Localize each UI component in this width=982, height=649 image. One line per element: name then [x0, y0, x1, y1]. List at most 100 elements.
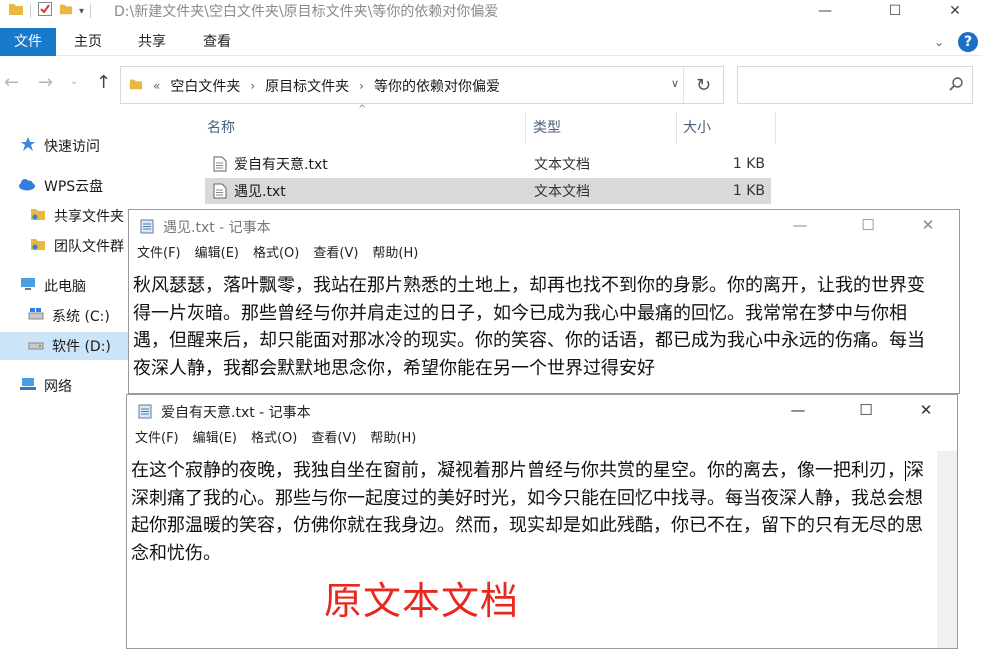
close-icon: ✕ — [921, 216, 935, 234]
nav-item-network[interactable]: 网络 — [20, 376, 72, 396]
window-title: D:\新建文件夹\空白文件夹\原目标文件夹\等你的依赖对你偏爱 — [114, 4, 499, 20]
notepad-text-area[interactable]: 在这个寂静的夜晚，我独自坐在窗前，凝视着那片曾经与你共赏的星空。你的离去，像一把… — [131, 457, 931, 567]
search-box[interactable] — [737, 66, 973, 104]
notepad-window-front[interactable]: 爱自有天意.txt - 记事本 — ☐ ✕ 文件(F) 编辑(E) 格式(O) … — [126, 394, 958, 649]
new-folder-icon[interactable] — [59, 2, 73, 20]
minimize-icon: — — [790, 401, 806, 419]
navigation-bar: ← → ⌄ ↑ « 空白文件夹 › 原目标文件夹 › 等你的依赖对你偏爱 ∨ ↻ — [0, 62, 982, 106]
column-header-name[interactable]: 名称 — [207, 114, 235, 146]
menu-format[interactable]: 格式(O) — [253, 242, 299, 264]
maximize-icon: ☐ — [859, 401, 873, 419]
file-name: 爱自有天意.txt — [234, 157, 328, 173]
notepad-titlebar[interactable]: 遇见.txt - 记事本 — ☐ ✕ — [129, 210, 959, 240]
minimize-button[interactable]: — — [802, 0, 848, 22]
column-divider[interactable] — [676, 112, 677, 144]
drive-d-icon — [28, 337, 44, 355]
breadcrumb-item[interactable]: 空白文件夹 — [170, 76, 240, 96]
nav-item-this-pc[interactable]: 此电脑 — [20, 276, 86, 296]
tab-share[interactable]: 共享 — [138, 28, 166, 56]
close-button[interactable]: ✕ — [903, 395, 949, 425]
minimize-button[interactable]: — — [777, 210, 823, 240]
chevron-down-icon[interactable]: ∨ — [671, 77, 679, 90]
close-icon: ✕ — [949, 3, 961, 19]
menu-help[interactable]: 帮助(H) — [372, 242, 418, 264]
ribbon-tabs: 文件 主页 共享 查看 ⌄ ? — [0, 28, 982, 56]
file-row[interactable]: 爱自有天意.txt 文本文档 1 KB — [205, 151, 771, 177]
address-bar[interactable]: « 空白文件夹 › 原目标文件夹 › 等你的依赖对你偏爱 ∨ ↻ — [120, 66, 724, 104]
tab-view[interactable]: 查看 — [203, 28, 231, 56]
notepad-window-back[interactable]: 遇见.txt - 记事本 — ☐ ✕ 文件(F) 编辑(E) 格式(O) 查看(… — [128, 209, 960, 394]
vertical-scrollbar[interactable] — [937, 451, 957, 648]
column-divider[interactable] — [775, 112, 776, 144]
menu-file[interactable]: 文件(F) — [135, 427, 179, 449]
back-arrow-icon[interactable]: ← — [4, 72, 19, 93]
explorer-titlebar: ▾ D:\新建文件夹\空白文件夹\原目标文件夹\等你的依赖对你偏爱 — ☐ ✕ — [0, 0, 982, 22]
sort-ascending-icon: ^ — [358, 104, 367, 115]
chevron-right-icon[interactable]: › — [250, 79, 255, 93]
notepad-menubar: 文件(F) 编辑(E) 格式(O) 查看(V) 帮助(H) — [129, 242, 959, 264]
close-button[interactable]: ✕ — [932, 0, 978, 22]
column-header-size[interactable]: 大小 — [683, 114, 711, 146]
refresh-button[interactable]: ↻ — [683, 67, 723, 103]
notepad-text-area[interactable]: 秋风瑟瑟，落叶飘零，我站在那片熟悉的土地上，却再也找不到你的身影。你的离开，让我… — [133, 272, 933, 382]
nav-item-drive-c[interactable]: 系统 (C:) — [28, 306, 110, 326]
forward-arrow-icon[interactable]: → — [38, 72, 53, 93]
team-folder-icon — [30, 237, 46, 255]
breadcrumb-overflow[interactable]: « — [153, 79, 160, 93]
refresh-icon: ↻ — [695, 74, 712, 96]
shared-folder-icon — [30, 207, 46, 225]
breadcrumb-item[interactable]: 原目标文件夹 — [265, 76, 349, 96]
customize-toolbar-icon[interactable]: ▾ — [79, 6, 84, 17]
drive-c-icon — [28, 307, 44, 325]
notepad-icon — [137, 403, 153, 423]
properties-check-icon[interactable] — [37, 1, 53, 21]
up-arrow-icon[interactable]: ↑ — [96, 72, 111, 93]
maximize-button[interactable]: ☐ — [872, 0, 918, 22]
maximize-button[interactable]: ☐ — [845, 210, 891, 240]
nav-label: 网络 — [44, 379, 72, 395]
file-type: 文本文档 — [534, 157, 590, 173]
column-divider[interactable] — [525, 112, 526, 144]
notepad-title: 爱自有天意.txt - 记事本 — [161, 405, 311, 421]
cloud-icon — [18, 177, 36, 195]
menu-view[interactable]: 查看(V) — [311, 427, 356, 449]
file-size: 1 KB — [732, 183, 765, 199]
network-icon — [20, 377, 36, 395]
menu-view[interactable]: 查看(V) — [313, 242, 358, 264]
maximize-button[interactable]: ☐ — [843, 395, 889, 425]
menu-help[interactable]: 帮助(H) — [370, 427, 416, 449]
nav-item-shared-folder[interactable]: 共享文件夹 — [30, 206, 124, 226]
column-header-type[interactable]: 类型 — [533, 114, 561, 146]
text-before-caret: 在这个寂静的夜晚，我独自坐在窗前，凝视着那片曾经与你共赏的星空。你的离去，像一把… — [131, 460, 905, 481]
file-row-selected[interactable]: 遇见.txt 文本文档 1 KB — [205, 178, 771, 204]
menu-format[interactable]: 格式(O) — [251, 427, 297, 449]
recent-locations-icon[interactable]: ⌄ — [70, 76, 78, 87]
menu-file[interactable]: 文件(F) — [137, 242, 181, 264]
nav-item-drive-d[interactable]: 软件 (D:) — [0, 332, 128, 360]
nav-label: 团队文件群 — [54, 239, 124, 255]
folder-app-icon — [8, 2, 24, 20]
minimize-button[interactable]: — — [775, 395, 821, 425]
tab-home[interactable]: 主页 — [74, 28, 102, 56]
tab-file[interactable]: 文件 — [0, 28, 56, 56]
notepad-titlebar[interactable]: 爱自有天意.txt - 记事本 — ☐ ✕ — [127, 395, 957, 425]
help-icon[interactable]: ? — [958, 32, 978, 52]
star-icon — [20, 136, 36, 156]
close-button[interactable]: ✕ — [905, 210, 951, 240]
menu-edit[interactable]: 编辑(E) — [195, 242, 239, 264]
toolbar-divider — [90, 4, 92, 18]
nav-item-team-folder[interactable]: 团队文件群 — [30, 236, 124, 256]
nav-item-wps-cloud[interactable]: WPS云盘 — [18, 176, 103, 196]
breadcrumb-item[interactable]: 等你的依赖对你偏爱 — [374, 76, 500, 96]
chevron-right-icon[interactable]: › — [359, 79, 364, 93]
menu-edit[interactable]: 编辑(E) — [193, 427, 237, 449]
nav-label: 快速访问 — [44, 139, 100, 155]
minimize-icon: — — [792, 216, 808, 234]
text-file-icon — [213, 183, 227, 203]
toolbar-divider — [30, 4, 31, 18]
notepad-menubar: 文件(F) 编辑(E) 格式(O) 查看(V) 帮助(H) — [127, 427, 957, 449]
quick-access-toolbar: ▾ — [8, 1, 92, 21]
search-icon — [948, 76, 964, 96]
nav-item-quick-access[interactable]: 快速访问 — [20, 136, 100, 156]
expand-ribbon-icon[interactable]: ⌄ — [934, 35, 944, 49]
